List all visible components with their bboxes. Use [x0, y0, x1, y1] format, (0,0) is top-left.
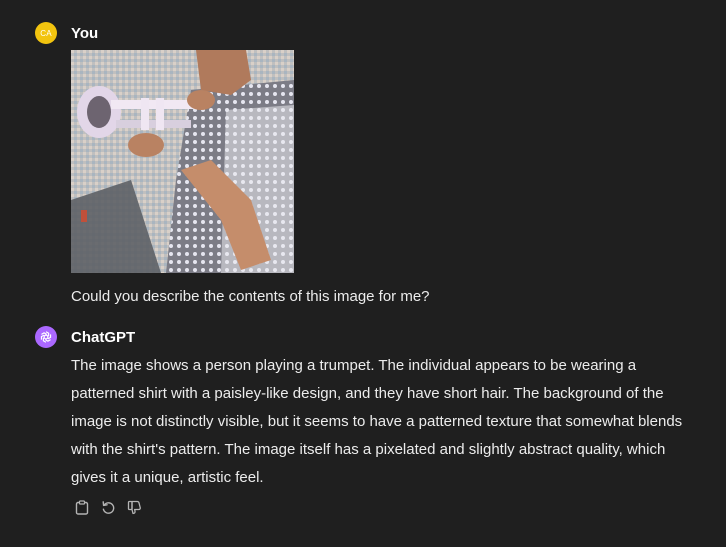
user-avatar: CA — [35, 22, 57, 44]
dislike-button[interactable] — [125, 498, 143, 516]
user-avatar-initials: CA — [40, 28, 52, 38]
user-author-name: You — [71, 25, 99, 42]
user-message-text: Could you describe the contents of this … — [71, 288, 430, 305]
chat-thread: CA You Could you describe the contents o… — [0, 0, 726, 547]
message-actions — [73, 498, 143, 516]
chatgpt-logo-icon — [40, 331, 52, 343]
refresh-icon — [102, 500, 114, 514]
copy-button[interactable] — [73, 498, 91, 516]
assistant-avatar — [35, 326, 57, 348]
trumpet-player-photo — [71, 50, 294, 273]
assistant-author-name: ChatGPT — [71, 329, 136, 346]
regenerate-button[interactable] — [99, 498, 117, 516]
clipboard-icon — [75, 499, 89, 515]
assistant-message-text: The image shows a person playing a trump… — [71, 357, 683, 486]
attached-image[interactable] — [71, 50, 294, 273]
thumbs-down-icon — [127, 500, 141, 514]
